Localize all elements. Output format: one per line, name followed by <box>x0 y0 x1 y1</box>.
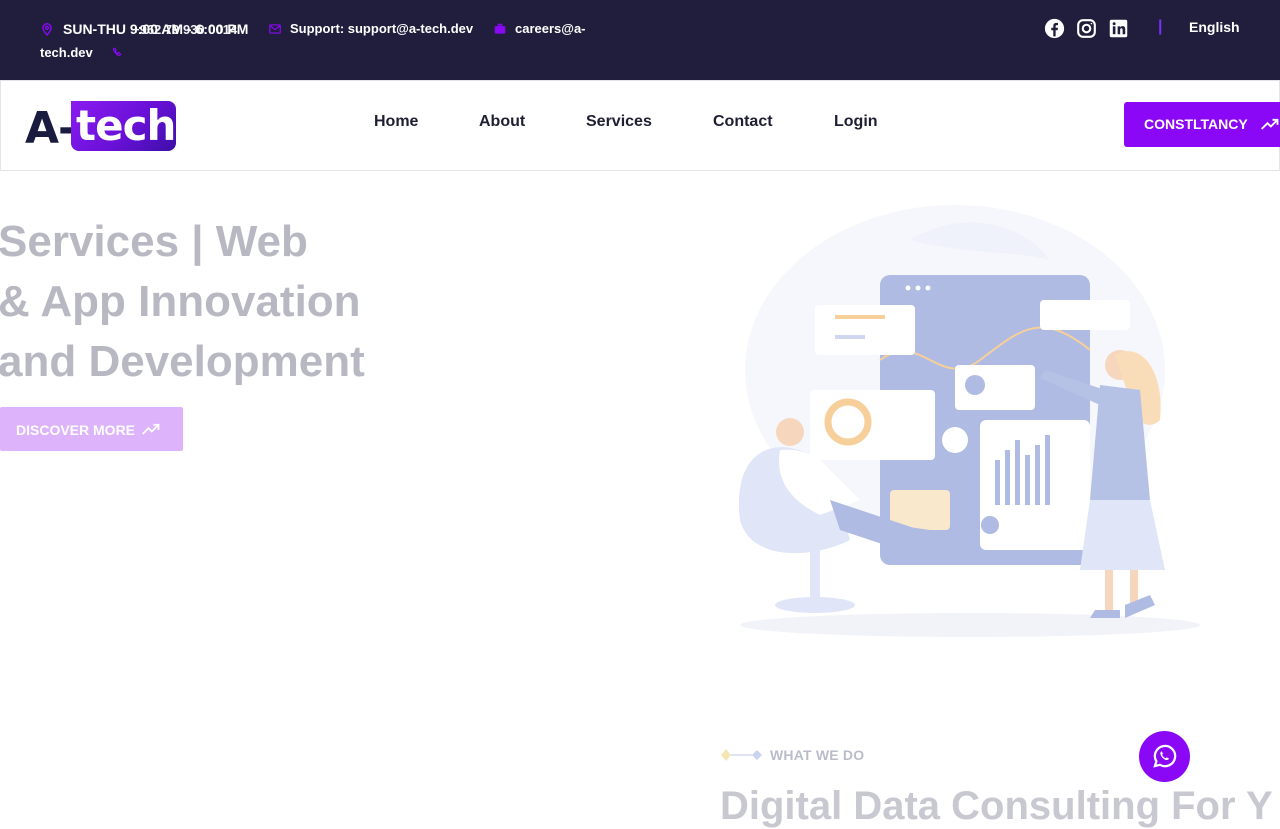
whatsapp-icon <box>1153 744 1177 768</box>
separator: | <box>1158 18 1163 35</box>
facebook-icon[interactable] <box>1044 18 1065 39</box>
linkedin-icon[interactable] <box>1108 18 1129 39</box>
support-email[interactable]: Support: support@a-tech.dev <box>290 21 473 36</box>
main-navbar: A- tech Home About Services Contact Logi… <box>0 80 1280 171</box>
nav-services[interactable]: Services <box>586 113 652 131</box>
whatsapp-button[interactable] <box>1139 731 1190 782</box>
careers-email-line2[interactable]: tech.dev <box>40 45 93 60</box>
trending-up-icon <box>1261 118 1279 130</box>
hero-illustration <box>738 205 1200 637</box>
hero-title: Services | Web & App Innovation and Deve… <box>0 212 418 392</box>
phone-number[interactable]: +962 79 930 0014 <box>132 22 237 37</box>
nav-home[interactable]: Home <box>374 113 418 131</box>
discover-more-button[interactable]: DISCOVER MORE <box>0 407 183 451</box>
diamond-divider-icon <box>721 749 762 761</box>
careers-email-line1[interactable]: careers@a- <box>515 21 586 36</box>
trending-up-icon <box>142 423 160 435</box>
logo[interactable]: A- tech <box>25 101 177 154</box>
nav-login[interactable]: Login <box>834 113 878 131</box>
consultancy-button-label: CONSTLTANCY <box>1144 116 1248 132</box>
phone-icon <box>112 47 122 56</box>
hero-title-line: Services | Web <box>0 217 308 266</box>
consultancy-button[interactable]: CONSTLTANCY <box>1124 102 1280 147</box>
logo-text-right: tech <box>76 101 176 150</box>
section-title: Digital Data Consulting For Y <box>720 784 1273 828</box>
language-selector[interactable]: English <box>1189 19 1240 35</box>
hero-title-line: & App Innovation <box>0 277 361 326</box>
top-bar: SUN-THU 9:00 AM - 6:00 PM +962 79 930 00… <box>0 0 1280 80</box>
discover-more-label: DISCOVER MORE <box>16 422 136 438</box>
section-eyebrow: WHAT WE DO <box>770 747 865 763</box>
mail-icon <box>269 24 281 34</box>
nav-about[interactable]: About <box>479 113 525 131</box>
location-pin-icon <box>42 23 52 36</box>
briefcase-icon <box>494 23 506 34</box>
logo-text-left: A- <box>25 103 76 154</box>
instagram-icon[interactable] <box>1076 18 1097 39</box>
nav-contact[interactable]: Contact <box>713 113 773 131</box>
hero-title-line: and Development <box>0 337 365 386</box>
